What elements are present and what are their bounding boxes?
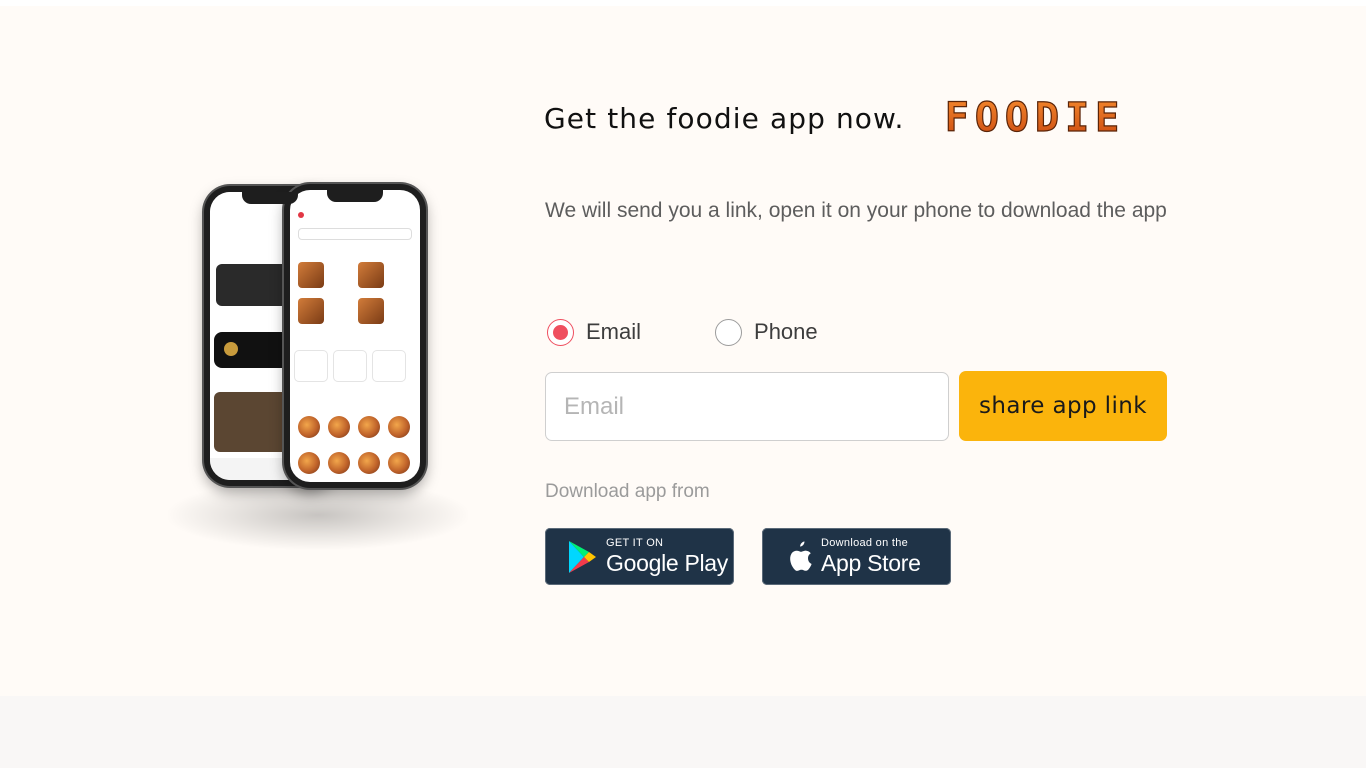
download-description: We will send you a link, open it on your…: [545, 199, 1167, 222]
app-store-badge[interactable]: Download on the App Store: [762, 528, 951, 585]
phone-notch: [327, 190, 383, 202]
logo-text: FOODIE: [945, 98, 1126, 138]
dish-image: [328, 452, 350, 474]
email-radio-label: Email: [586, 319, 642, 344]
page-title: Get the foodie app now.: [544, 101, 905, 135]
google-play-text: GET IT ON Google Play: [606, 537, 728, 576]
phone-radio-button[interactable]: [715, 318, 743, 346]
google-play-icon: [565, 539, 599, 575]
dish-image: [298, 416, 320, 438]
food-tile: [358, 262, 384, 288]
app-store-text: Download on the App Store: [821, 537, 921, 576]
google-play-badge[interactable]: GET IT ON Google Play: [545, 528, 734, 585]
food-tile: [298, 298, 324, 324]
radio-option-email[interactable]: Email: [547, 318, 642, 346]
share-app-link-button[interactable]: share app link: [959, 371, 1167, 441]
app-store-big-text: App Store: [821, 550, 921, 576]
explore-card: [333, 350, 367, 382]
email-radio-button[interactable]: [547, 318, 574, 346]
dish-image: [298, 452, 320, 474]
screen-search-bar: [298, 228, 412, 240]
apple-icon: [784, 539, 814, 575]
dish-image: [388, 452, 410, 474]
food-tile: [358, 298, 384, 324]
google-play-small-text: GET IT ON: [606, 537, 664, 549]
page-footer-strip: [0, 696, 1366, 768]
phone-radio-label: Phone: [754, 319, 818, 344]
contact-method-radio-group: Email Phone: [547, 316, 818, 348]
radio-option-phone[interactable]: Phone: [715, 318, 818, 346]
phone-front-device: [284, 184, 426, 488]
phone-notch: [242, 192, 298, 204]
phone-mockup-image: [148, 180, 480, 562]
dish-image: [358, 452, 380, 474]
dish-image: [388, 416, 410, 438]
google-play-big-text: Google Play: [606, 550, 728, 576]
food-tile: [298, 262, 324, 288]
phone-front-screen: [290, 190, 420, 482]
radio-selected-dot: [553, 324, 568, 340]
dish-image: [358, 416, 380, 438]
download-from-label: Download app from: [545, 481, 710, 502]
email-input[interactable]: [545, 372, 949, 441]
gold-badge: [224, 342, 238, 356]
app-store-small-text: Download on the: [821, 537, 909, 549]
location-pin-icon: [298, 212, 304, 218]
explore-card: [372, 350, 406, 382]
foodie-logo: FOODIE: [924, 98, 1146, 138]
page-heading: Get the foodie app now. FOODIE: [544, 98, 1146, 138]
dish-image: [328, 416, 350, 438]
explore-card: [294, 350, 328, 382]
phone-shadow: [168, 480, 468, 550]
